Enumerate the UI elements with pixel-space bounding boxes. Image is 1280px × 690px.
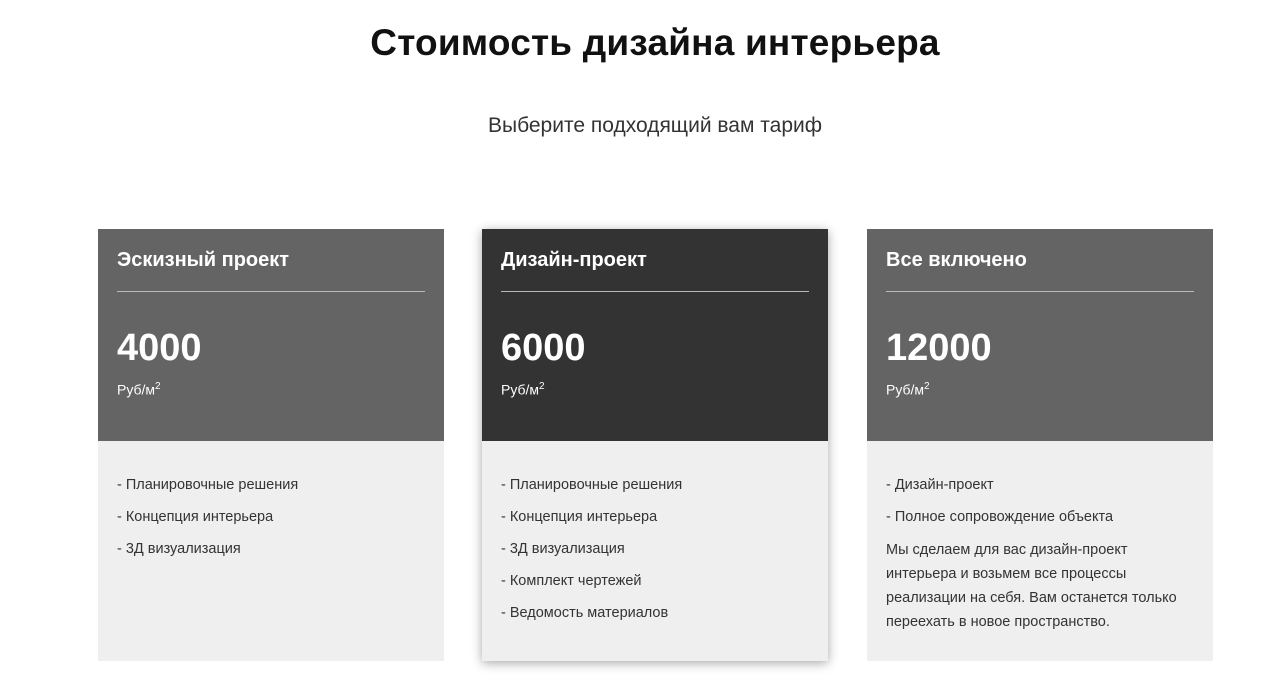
feature-item: - 3Д визуализация [117,541,241,557]
feature-item: - Планировочные решения [117,477,299,493]
plan-features: - Планировочные решения - Концепция инте… [98,441,444,572]
feature-item: - Комплект чертежей [501,573,642,589]
plan-features: - Планировочные решения - Концепция инте… [482,441,828,636]
plan-card-header: Эскизный проект 4000 Руб/м2 [98,229,444,441]
plan-name: Эскизный проект [117,249,290,271]
plan-name: Дизайн-проект [501,249,647,271]
feature-item: - Дизайн-проект [886,477,994,493]
plan-price-unit: Руб/м2 [117,381,161,398]
feature-item: - 3Д визуализация [501,541,625,557]
page-title: Стоимость дизайна интерьера [370,22,940,63]
pricing-section: Стоимость дизайна интерьера Выберите под… [0,0,1280,690]
plan-price: 12000 [886,327,992,369]
unit-text: Руб/м [117,381,156,398]
feature-item: - Планировочные решения [501,477,683,493]
plan-card-design[interactable]: Дизайн-проект 6000 Руб/м2 - Планировочны… [482,229,828,661]
plan-card-all-inclusive[interactable]: Все включено 12000 Руб/м2 - Дизайн-проек… [867,229,1213,661]
unit-superscript: 2 [155,381,161,392]
plan-price-unit: Руб/м2 [886,381,930,398]
divider [501,291,809,292]
page-subtitle: Выберите подходящий вам тариф [487,114,823,137]
plan-price: 4000 [117,327,202,369]
plan-features: - Дизайн-проект - Полное сопровождение о… [867,441,1213,634]
plan-price: 6000 [501,327,586,369]
plan-name: Все включено [886,249,1027,271]
plan-card-sketch[interactable]: Эскизный проект 4000 Руб/м2 - Планировоч… [98,229,444,661]
unit-text: Руб/м [886,381,925,398]
feature-item: - Ведомость материалов [501,605,669,621]
plan-card-header: Все включено 12000 Руб/м2 [867,229,1213,441]
plan-card-header: Дизайн-проект 6000 Руб/м2 [482,229,828,441]
plan-note: Мы сделаем для вас дизайн-проект интерье… [886,542,1177,630]
plan-price-unit: Руб/м2 [501,381,545,398]
feature-item: - Концепция интерьера [501,509,658,525]
feature-item: - Концепция интерьера [117,509,274,525]
unit-superscript: 2 [539,381,545,392]
divider [117,291,425,292]
divider [886,291,1194,292]
unit-superscript: 2 [924,381,930,392]
feature-item: - Полное сопровождение объекта [886,509,1114,525]
unit-text: Руб/м [501,381,540,398]
